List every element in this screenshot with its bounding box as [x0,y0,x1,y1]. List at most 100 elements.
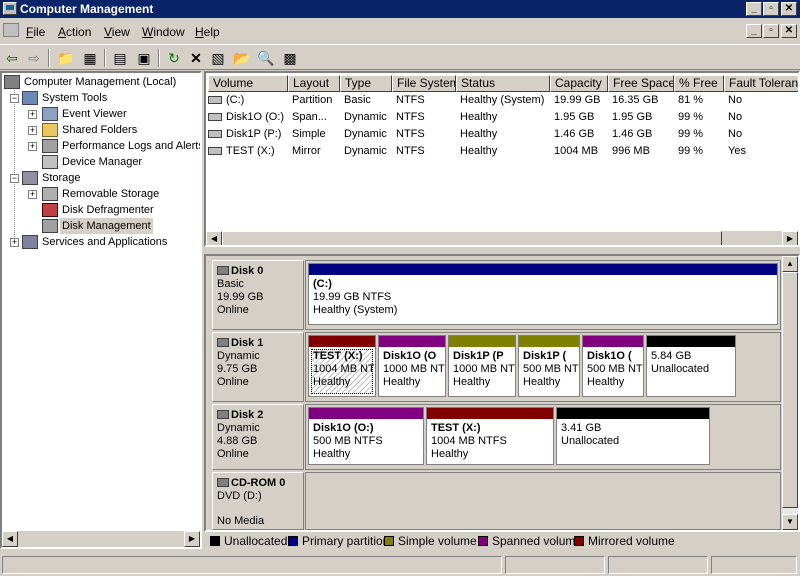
volume-cell: NTFS [396,111,425,123]
column-header-6[interactable]: Free Space [608,75,674,92]
scroll-left-button[interactable]: ◀ [206,231,222,245]
up-folder-icon[interactable]: 📁 [56,48,76,68]
close-button[interactable]: ✕ [781,2,797,16]
tree-label: Removable Storage [62,188,160,200]
disk-status: Online [217,376,249,388]
partition-text: 5.84 GB Unallocated [651,350,710,375]
legend-swatch [210,536,220,546]
show-hide-tree-icon[interactable]: ▦ [80,48,100,68]
disk-label-2[interactable]: Disk 2 Dynamic 4.88 GB Online [212,404,304,470]
volume-cell[interactable]: (C:) [226,92,288,109]
legend-label: Simple volume [398,534,477,548]
settings-icon[interactable]: ▩ [280,48,300,68]
child-close-button[interactable]: ✕ [781,24,797,38]
pane-splitter[interactable] [204,248,800,253]
expand-event-viewer-toggle[interactable]: + [28,110,37,119]
forward-arrow-icon[interactable]: ⇨ [24,48,44,68]
expand-shared-folders-toggle[interactable]: + [28,126,37,135]
disk-name: CD-ROM 0 [231,477,286,489]
scroll-thumb[interactable] [222,231,722,245]
volume-horizontal-scrollbar[interactable]: ◀ ▶ [206,231,798,245]
volume-cell: 99 % [678,128,704,140]
maximize-button[interactable]: ▫ [763,2,779,16]
expand-storage-toggle[interactable]: − [10,174,19,183]
disk-type: DVD (D:) [217,490,262,502]
volume-cell[interactable]: Disk1P (P:) [226,126,288,143]
services-icon [22,235,38,249]
menu-action[interactable]: Action [58,25,91,39]
menu-window[interactable]: Window [142,25,185,39]
menu-file[interactable]: File [26,25,45,39]
column-header-5[interactable]: Capacity [550,75,608,92]
scroll-up-button[interactable]: ▲ [782,256,798,272]
partition-text: 3.41 GB Unallocated [561,422,620,447]
event-viewer-icon [42,107,58,121]
refresh-icon[interactable]: ↻ [164,48,184,68]
volume-cell: Mirror [292,145,321,157]
scroll-thumb[interactable] [782,272,798,508]
help-icon[interactable]: ▣ [134,48,154,68]
partition-color-bar [647,336,735,347]
volume-list: Volume Layout Type File System Status Capacit… [204,71,800,247]
column-header-2[interactable]: Type [340,75,392,92]
legend-swatch [288,536,298,546]
menu-view[interactable]: View [104,25,130,39]
column-header-1[interactable]: Layout [288,75,340,92]
disk-properties-icon[interactable]: ▧ [208,48,228,68]
column-header-3[interactable]: File System [392,75,456,92]
expand-services-toggle[interactable]: + [10,238,19,247]
column-header-8[interactable]: Fault Tolerance [724,75,798,92]
partition-1-2[interactable]: Disk1P (P 1000 MB NT Healthy [448,335,516,397]
disk-label-3[interactable]: CD-ROM 0 DVD (D:) No Media [212,472,304,530]
column-header-4[interactable]: Status [456,75,550,92]
minimize-button[interactable]: _ [746,2,762,16]
disk-vertical-scrollbar[interactable]: ▲ ▼ [782,256,798,530]
partition-2-0[interactable]: Disk1O (O:) 500 MB NTFS Healthy [308,407,424,465]
volume-cell: NTFS [396,128,425,140]
legend-swatch [384,536,394,546]
scroll-right-button[interactable]: ▶ [782,231,798,245]
disk-size: 9.75 GB [217,363,258,375]
partition-color-bar [519,336,579,347]
volume-cell[interactable]: Disk1O (O:) [226,109,288,126]
disk-label-1[interactable]: Disk 1 Dynamic 9.75 GB Online [212,332,304,402]
title-bar[interactable]: Computer Management _ ▫ ✕ [0,0,800,18]
partition-1-5[interactable]: 5.84 GB Unallocated [646,335,736,397]
partition-2-1[interactable]: TEST (X:) 1004 MB NTFS Healthy [426,407,554,465]
partition-1-1[interactable]: Disk1O (O 1000 MB NT Healthy [378,335,446,397]
partition-1-3[interactable]: Disk1P (500 MB NT Healthy [518,335,580,397]
legend-item: Mirrored volume [574,534,675,548]
menu-help[interactable]: Help [195,25,220,39]
scroll-right-button[interactable]: ▶ [184,531,200,547]
volume-cell: Simple [292,128,326,140]
computer-icon [4,75,20,89]
disk-status: No Media [217,515,265,527]
scroll-left-button[interactable]: ◀ [2,531,18,547]
partition-0-0[interactable]: (C:) 19.99 GB NTFS Healthy (System) [308,263,778,325]
back-arrow-icon[interactable]: ⇦ [2,48,22,68]
expand-perf-logs-toggle[interactable]: + [28,142,37,151]
volume-cell: NTFS [396,145,425,157]
scroll-down-button[interactable]: ▼ [782,514,798,530]
toolbar-separator [104,49,106,67]
disk-label-0[interactable]: Disk 0 Basic 19.99 GB Online [212,260,304,330]
search-icon[interactable]: 🔍 [256,48,276,68]
delete-icon[interactable]: ✕ [186,48,206,68]
tree-horizontal-scrollbar[interactable]: ◀ ▶ [2,531,200,547]
partition-text: Disk1O (O 1000 MB NT Healthy [383,350,445,388]
expand-removable-storage-toggle[interactable]: + [28,190,37,199]
partition-text: TEST (X:) 1004 MB NTFS Healthy [431,422,507,460]
volume-drive-icon [208,113,222,121]
child-maximize-button[interactable]: ▫ [763,24,779,38]
column-header-0[interactable]: Volume [208,75,288,92]
volume-cell[interactable]: TEST (X:) [226,143,288,160]
expand-system-tools-toggle[interactable]: − [10,94,19,103]
partition-2-2[interactable]: 3.41 GB Unallocated [556,407,710,465]
mmc-doc-icon[interactable] [3,23,19,37]
child-minimize-button[interactable]: _ [746,24,762,38]
partition-1-4[interactable]: Disk1O (500 MB NT Healthy [582,335,644,397]
partition-1-0[interactable]: TEST (X:) 1004 MB NT Healthy [308,335,376,397]
properties-icon[interactable]: ▤ [110,48,130,68]
column-header-7[interactable]: % Free [674,75,724,92]
open-icon[interactable]: 📂 [232,48,252,68]
